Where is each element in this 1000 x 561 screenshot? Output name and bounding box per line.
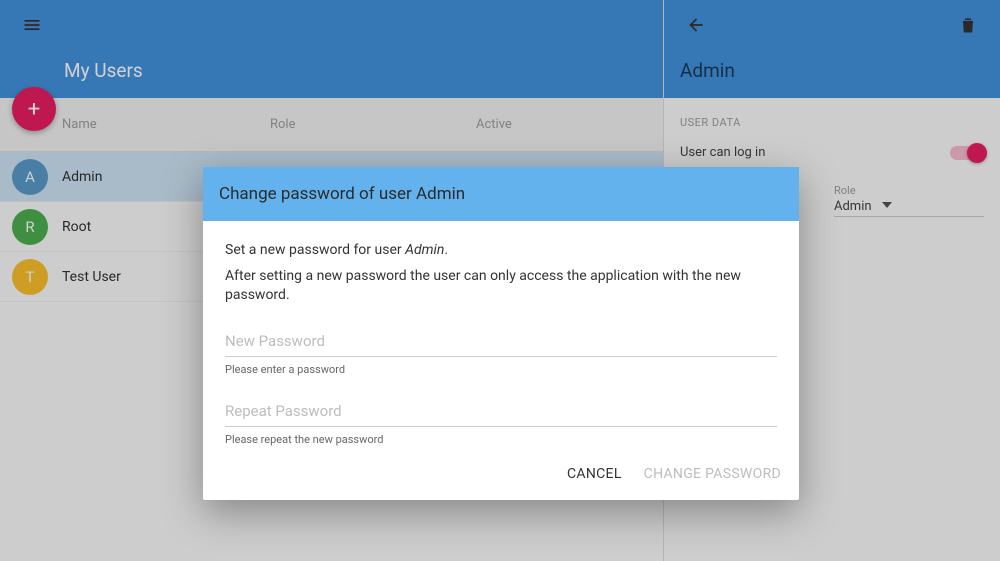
new-password-label: New Password bbox=[225, 332, 777, 350]
repeat-password-field[interactable]: Repeat Password Please repeat the new pa… bbox=[225, 402, 777, 446]
cancel-button[interactable]: CANCEL bbox=[567, 466, 622, 482]
repeat-password-hint: Please repeat the new password bbox=[225, 433, 777, 446]
new-password-hint: Please enter a password bbox=[225, 363, 777, 376]
new-password-field[interactable]: New Password Please enter a password bbox=[225, 332, 777, 376]
dialog-warning: After setting a new password the user ca… bbox=[225, 267, 777, 306]
change-password-button[interactable]: CHANGE PASSWORD bbox=[644, 466, 781, 482]
dialog-intro: Set a new password for user Admin. bbox=[225, 241, 777, 261]
change-password-dialog: Change password of user Admin Set a new … bbox=[203, 167, 799, 500]
dialog-title: Change password of user Admin bbox=[203, 167, 799, 221]
repeat-password-label: Repeat Password bbox=[225, 402, 777, 420]
